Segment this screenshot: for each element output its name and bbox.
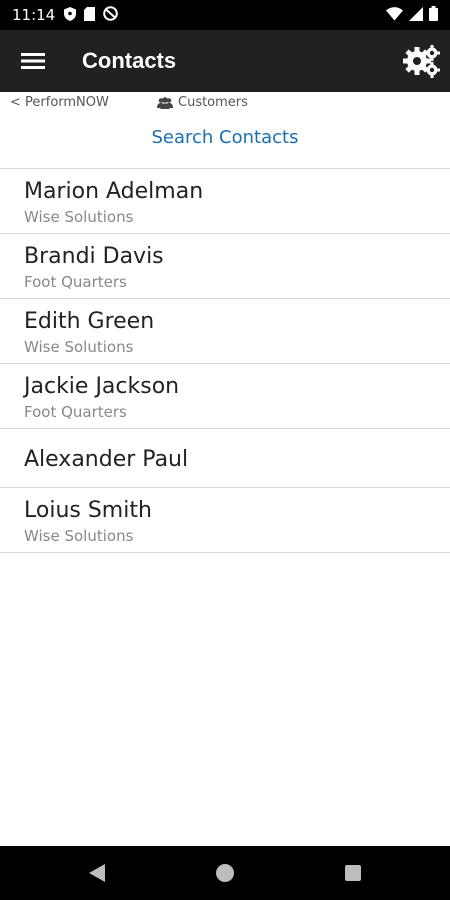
status-right-icons <box>386 5 438 25</box>
contact-name: Brandi Davis <box>24 244 164 269</box>
contact-company: Foot Quarters <box>24 403 127 421</box>
contact-name: Jackie Jackson <box>24 374 180 399</box>
status-bar: 11:14 <box>0 0 450 30</box>
battery-icon <box>429 5 438 25</box>
do-not-disturb-icon <box>103 5 119 25</box>
list-item[interactable]: Edith Green Wise Solutions <box>0 298 450 363</box>
gears-icon <box>403 45 440 78</box>
back-triangle-icon <box>89 864 105 882</box>
cellular-signal-icon <box>409 6 423 25</box>
back-link[interactable]: < PerformNOW <box>10 95 109 110</box>
sd-card-icon <box>84 6 96 25</box>
contact-name: Marion Adelman <box>24 179 204 204</box>
system-home-button[interactable] <box>213 861 237 885</box>
system-back-button[interactable] <box>85 861 109 885</box>
system-nav-bar <box>0 846 450 900</box>
system-recents-button[interactable] <box>341 861 365 885</box>
list-item[interactable]: Jackie Jackson Foot Quarters <box>0 363 450 428</box>
wifi-icon <box>386 6 403 25</box>
hamburger-menu-icon <box>21 53 45 69</box>
contact-company: Wise Solutions <box>24 338 134 356</box>
customers-label: Customers <box>178 95 248 110</box>
menu-button[interactable] <box>18 46 48 76</box>
search-contacts-link[interactable]: Search Contacts <box>0 127 450 148</box>
app-bar: Contacts <box>0 30 450 92</box>
shield-icon <box>64 6 77 25</box>
list-item[interactable]: Brandi Davis Foot Quarters <box>0 233 450 298</box>
status-time: 11:14 <box>12 6 56 24</box>
list-item[interactable]: Alexander Paul <box>0 428 450 487</box>
contact-company: Wise Solutions <box>24 527 134 545</box>
settings-button[interactable] <box>402 41 442 81</box>
list-item[interactable]: Marion Adelman Wise Solutions <box>0 168 450 233</box>
contact-company: Wise Solutions <box>24 208 134 226</box>
page-title: Contacts <box>82 48 177 73</box>
contact-name: Loius Smith <box>24 498 152 523</box>
contact-name: Edith Green <box>24 309 155 334</box>
contact-list: Marion Adelman Wise Solutions Brandi Dav… <box>0 168 450 553</box>
status-left-icons <box>64 5 119 25</box>
list-item[interactable]: Loius Smith Wise Solutions <box>0 487 450 553</box>
recents-square-icon <box>345 865 361 881</box>
contact-company: Foot Quarters <box>24 273 127 291</box>
contact-name: Alexander Paul <box>24 447 189 472</box>
customers-link[interactable]: Customers <box>157 95 248 110</box>
home-circle-icon <box>216 864 234 882</box>
users-icon <box>157 96 173 109</box>
breadcrumb: < PerformNOW Customers <box>0 92 450 112</box>
